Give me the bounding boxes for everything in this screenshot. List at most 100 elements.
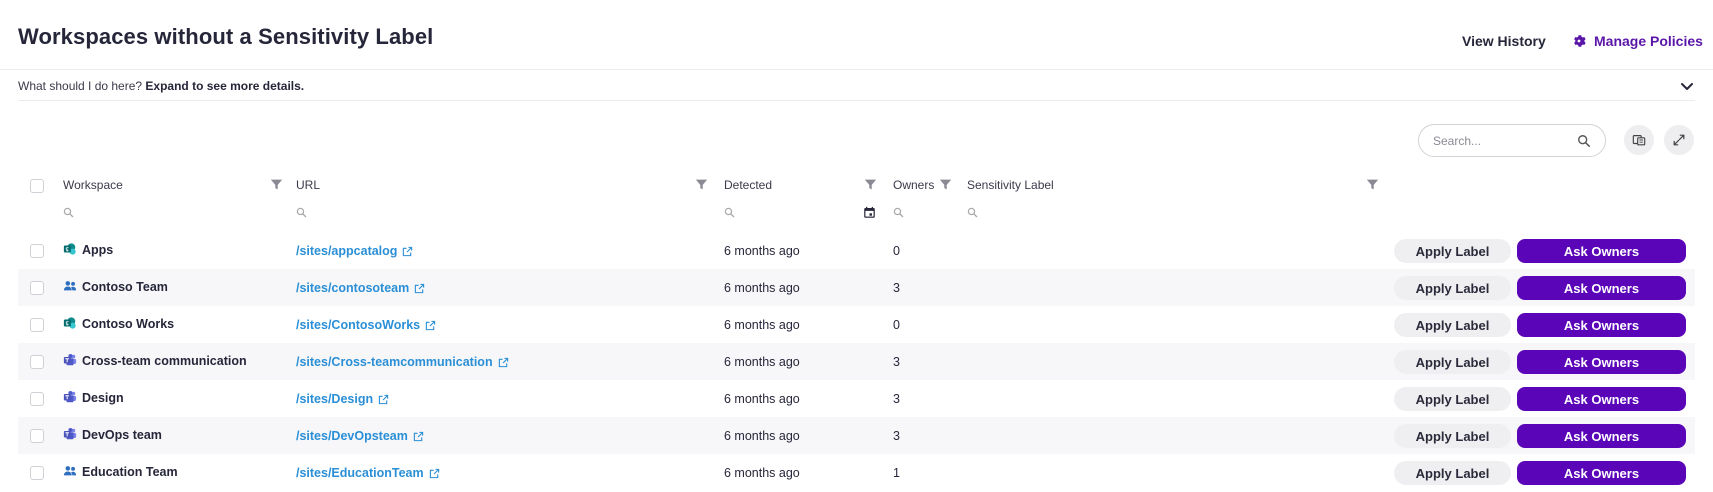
filter-icon[interactable] (270, 178, 283, 191)
workspace-url-link[interactable]: /sites/Cross-teamcommunication (296, 355, 509, 369)
apply-label-button[interactable]: Apply Label (1394, 424, 1511, 448)
workspace-url-link[interactable]: /sites/DevOpsteam (296, 429, 424, 443)
ask-owners-button[interactable]: Ask Owners (1517, 313, 1686, 337)
owners-count: 0 (893, 318, 900, 332)
search-icon[interactable] (1577, 134, 1591, 148)
column-header-workspace[interactable]: Workspace (63, 178, 123, 192)
workspaces-table: Workspace URL Detected Owners Sensitivit… (18, 170, 1695, 491)
workspace-name[interactable]: Contoso Works (82, 317, 174, 331)
details-expander[interactable]: What should I do here? Expand to see mor… (18, 70, 1695, 101)
owners-count: 3 (893, 355, 900, 369)
search-icon[interactable] (724, 207, 735, 218)
row-checkbox[interactable] (30, 392, 44, 406)
table-header: Workspace URL Detected Owners Sensitivit… (18, 170, 1695, 198)
workspace-url-link[interactable]: /sites/contosoteam (296, 281, 425, 295)
filter-icon[interactable] (1366, 178, 1379, 191)
table-row[interactable]: Contoso Team /sites/contosoteam 6 months… (18, 269, 1695, 306)
workspace-name[interactable]: Contoso Team (82, 280, 168, 294)
apply-label-button[interactable]: Apply Label (1394, 276, 1511, 300)
apply-label-button[interactable]: Apply Label (1394, 313, 1511, 337)
workspace-url-link[interactable]: /sites/appcatalog (296, 244, 413, 258)
view-history-button[interactable]: View History (1462, 33, 1546, 49)
detected-time: 6 months ago (724, 355, 800, 369)
table-body: Apps /sites/appcatalog 6 months ago 0 Ap… (18, 232, 1695, 491)
detected-time: 6 months ago (724, 392, 800, 406)
page-title: Workspaces without a Sensitivity Label (18, 24, 434, 49)
workspace-name[interactable]: Design (82, 391, 124, 405)
search-input[interactable] (1433, 133, 1573, 149)
search-box[interactable] (1418, 124, 1606, 157)
column-header-sensitivity-label[interactable]: Sensitivity Label (967, 178, 1054, 192)
workspace-url[interactable]: /sites/DevOpsteam (296, 429, 408, 443)
column-header-detected[interactable]: Detected (724, 178, 772, 192)
row-checkbox[interactable] (30, 318, 44, 332)
export-button[interactable] (1624, 125, 1654, 155)
table-row[interactable]: Contoso Works /sites/ContosoWorks 6 mont… (18, 306, 1695, 343)
external-link-icon (413, 431, 424, 441)
export-icon (1632, 135, 1646, 146)
ask-owners-button[interactable]: Ask Owners (1517, 424, 1686, 448)
table-row[interactable]: DevOps team /sites/DevOpsteam 6 months a… (18, 417, 1695, 454)
sharepoint-icon (63, 242, 77, 256)
table-row[interactable]: Apps /sites/appcatalog 6 months ago 0 Ap… (18, 232, 1695, 269)
workspace-name[interactable]: DevOps team (82, 428, 162, 442)
external-link-icon (425, 320, 436, 330)
filter-icon[interactable] (864, 178, 877, 191)
row-checkbox[interactable] (30, 281, 44, 295)
table-row[interactable]: Design /sites/Design 6 months ago 3 Appl… (18, 380, 1695, 417)
workspace-name[interactable]: Cross-team communication (82, 354, 247, 368)
owners-count: 3 (893, 281, 900, 295)
filter-icon[interactable] (939, 178, 952, 191)
column-header-url[interactable]: URL (296, 178, 320, 192)
ask-owners-button[interactable]: Ask Owners (1517, 387, 1686, 411)
filter-icon[interactable] (695, 178, 708, 191)
search-icon[interactable] (967, 207, 978, 218)
search-icon[interactable] (893, 207, 904, 218)
workspace-url[interactable]: /sites/Design (296, 392, 373, 406)
search-icon[interactable] (63, 207, 74, 218)
chevron-down-icon[interactable] (1679, 78, 1695, 94)
external-link-icon (429, 468, 439, 478)
workspace-url[interactable]: /sites/contosoteam (296, 281, 409, 295)
workspace-url-link[interactable]: /sites/ContosoWorks (296, 318, 436, 332)
apply-label-button[interactable]: Apply Label (1394, 461, 1511, 485)
table-row[interactable]: Cross-team communication /sites/Cross-te… (18, 343, 1695, 380)
gear-icon (1574, 35, 1586, 47)
row-checkbox[interactable] (30, 244, 44, 258)
owners-count: 3 (893, 429, 900, 443)
fullscreen-button[interactable] (1664, 125, 1694, 155)
ask-owners-button[interactable]: Ask Owners (1517, 276, 1686, 300)
detected-time: 6 months ago (724, 281, 800, 295)
ask-owners-button[interactable]: Ask Owners (1517, 239, 1686, 263)
row-checkbox[interactable] (30, 355, 44, 369)
teams-icon (63, 427, 77, 441)
expander-action: Expand to see more details. (145, 79, 305, 93)
search-icon[interactable] (296, 207, 307, 218)
group-icon (63, 464, 77, 478)
manage-policies-button[interactable]: Manage Policies (1572, 33, 1703, 49)
workspace-url[interactable]: /sites/EducationTeam (296, 466, 424, 480)
workspace-name[interactable]: Apps (82, 243, 113, 257)
workspace-url-link[interactable]: /sites/EducationTeam (296, 466, 440, 480)
apply-label-button[interactable]: Apply Label (1394, 239, 1511, 263)
row-checkbox[interactable] (30, 466, 44, 480)
expander-text: What should I do here? Expand to see mor… (18, 79, 304, 93)
select-all-checkbox[interactable] (30, 179, 44, 193)
apply-label-button[interactable]: Apply Label (1394, 350, 1511, 374)
workspace-name[interactable]: Education Team (82, 465, 178, 479)
apply-label-button[interactable]: Apply Label (1394, 387, 1511, 411)
ask-owners-button[interactable]: Ask Owners (1517, 350, 1686, 374)
workspace-url[interactable]: /sites/Cross-teamcommunication (296, 355, 493, 369)
workspace-url-link[interactable]: /sites/Design (296, 392, 389, 406)
sharepoint-icon (63, 316, 77, 330)
workspace-url[interactable]: /sites/ContosoWorks (296, 318, 420, 332)
row-checkbox[interactable] (30, 429, 44, 443)
column-header-owners[interactable]: Owners (893, 178, 934, 192)
table-row[interactable]: Education Team /sites/EducationTeam 6 mo… (18, 454, 1695, 491)
teams-icon (63, 390, 77, 404)
workspace-url[interactable]: /sites/appcatalog (296, 244, 397, 258)
ask-owners-button[interactable]: Ask Owners (1517, 461, 1686, 485)
column-filter-row (18, 198, 1695, 232)
external-link-icon (378, 394, 389, 404)
calendar-icon[interactable] (863, 206, 876, 219)
